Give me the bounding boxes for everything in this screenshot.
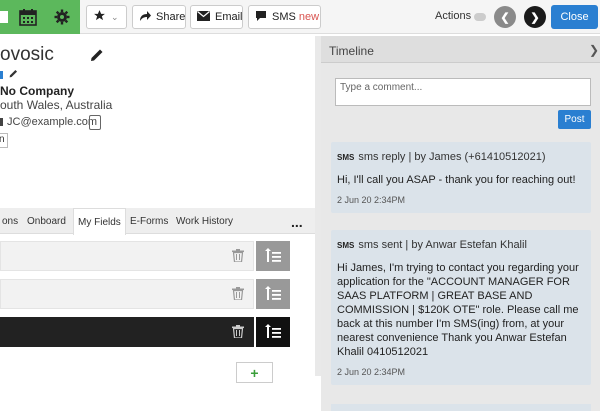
- profile-tabs: ons Onboard My Fields E-Forms Work Histo…: [0, 208, 315, 235]
- chevron-left-icon: ❮: [500, 11, 510, 24]
- language-badge: n: [0, 133, 8, 148]
- tab-work-history[interactable]: Work History: [172, 208, 237, 234]
- sms-badge: SMS: [337, 153, 355, 162]
- sms-badge: SMS: [337, 241, 355, 250]
- star-icon: [93, 9, 106, 25]
- email-label: Email: [215, 11, 243, 23]
- reorder-handle[interactable]: [256, 241, 290, 271]
- favorite-button[interactable]: ⌄: [86, 5, 127, 29]
- actions-label[interactable]: Actions: [435, 10, 471, 22]
- tab-e-forms[interactable]: E-Forms: [126, 208, 172, 234]
- chevron-down-icon: ⌄: [111, 11, 119, 22]
- chat-icon: [255, 10, 267, 25]
- next-record-button[interactable]: ❯: [524, 6, 546, 28]
- share-button[interactable]: Share: [132, 5, 186, 29]
- reorder-icon: [265, 247, 281, 265]
- timeline-panel: Timeline ❯ Type a comment... Post SMS sm…: [321, 36, 600, 411]
- email-link[interactable]: JC@example.com: [7, 116, 97, 128]
- actions-toggle[interactable]: [474, 13, 486, 21]
- more-tabs-button[interactable]: ...: [291, 214, 303, 230]
- field-row: [0, 241, 290, 271]
- timeline-title: Timeline: [329, 44, 374, 58]
- copy-icon[interactable]: [89, 115, 101, 130]
- sms-new-badge: new: [298, 11, 320, 23]
- comment-input[interactable]: Type a comment...: [335, 78, 591, 106]
- toolbar-green-group: [0, 0, 80, 34]
- gear-icon[interactable]: [51, 6, 73, 28]
- sms-button[interactable]: SMS new: [248, 5, 321, 29]
- add-field-button[interactable]: +: [236, 362, 273, 383]
- share-icon: [139, 10, 151, 25]
- contact-name: ovosic: [0, 44, 54, 65]
- timeline-entry-date: 2 Jun 20 2:34PM: [337, 195, 406, 205]
- email-row: JC@example.com: [0, 116, 97, 128]
- timeline-entry-date: 2 Jun 20 2:34PM: [337, 367, 406, 377]
- trash-icon[interactable]: [232, 325, 244, 341]
- timeline-entry-header: SMS sms sent | by Anwar Estefan Khalil: [337, 239, 585, 251]
- field-row-selected: [0, 317, 290, 347]
- timeline-entry-header: SMS sms reply | by James (+61410512021): [337, 151, 585, 163]
- location: outh Wales, Australia: [0, 98, 113, 112]
- timeline-entry: [331, 404, 591, 411]
- tab-onboard[interactable]: Onboard: [23, 208, 70, 234]
- company-name: No Company: [0, 84, 75, 98]
- tab-actions[interactable]: ons: [0, 208, 22, 234]
- field-row: [0, 279, 290, 309]
- trash-icon[interactable]: [232, 287, 244, 303]
- timeline-entry-heading: sms sent | by Anwar Estefan Khalil: [358, 239, 527, 251]
- name-sub-icons: [0, 69, 18, 81]
- email-button[interactable]: Email: [190, 5, 243, 29]
- timeline-entry: SMS sms sent | by Anwar Estefan Khalil H…: [331, 230, 591, 385]
- calendar-icon[interactable]: [17, 6, 39, 28]
- tag-icon: [0, 71, 3, 79]
- edit-tag-icon[interactable]: [9, 69, 18, 81]
- close-button[interactable]: Close: [551, 5, 598, 29]
- timeline-entry: SMS sms reply | by James (+61410512021) …: [331, 142, 591, 213]
- sms-label: SMS new: [272, 11, 320, 23]
- green-left-icon[interactable]: [0, 6, 16, 28]
- email-icon: [0, 118, 3, 126]
- reorder-handle[interactable]: [256, 279, 290, 309]
- reorder-icon: [265, 323, 281, 341]
- reorder-icon: [265, 285, 281, 303]
- field-bar[interactable]: [0, 317, 254, 347]
- previous-record-button[interactable]: ❮: [494, 6, 516, 28]
- field-bar[interactable]: [0, 241, 254, 271]
- timeline-entry-body: Hi James, I'm trying to contact you rega…: [337, 262, 579, 358]
- timeline-entry-heading: sms reply | by James (+61410512021): [358, 151, 546, 163]
- top-toolbar: ⌄ Share Email SMS new Actions ❮ ❯ Close: [0, 0, 600, 34]
- field-bar[interactable]: [0, 279, 254, 309]
- reorder-handle[interactable]: [256, 317, 290, 347]
- trash-icon[interactable]: [232, 249, 244, 265]
- tab-my-fields[interactable]: My Fields: [73, 208, 126, 235]
- collapse-timeline-icon[interactable]: ❯: [589, 43, 599, 57]
- envelope-icon: [197, 10, 210, 24]
- share-label: Share: [156, 11, 186, 23]
- chevron-right-icon: ❯: [530, 11, 540, 24]
- post-button[interactable]: Post: [558, 110, 591, 129]
- edit-name-icon[interactable]: [90, 48, 104, 65]
- timeline-header: Timeline ❯: [321, 36, 600, 63]
- timeline-entry-body: Hi, I'll call you ASAP - thank you for r…: [337, 174, 576, 186]
